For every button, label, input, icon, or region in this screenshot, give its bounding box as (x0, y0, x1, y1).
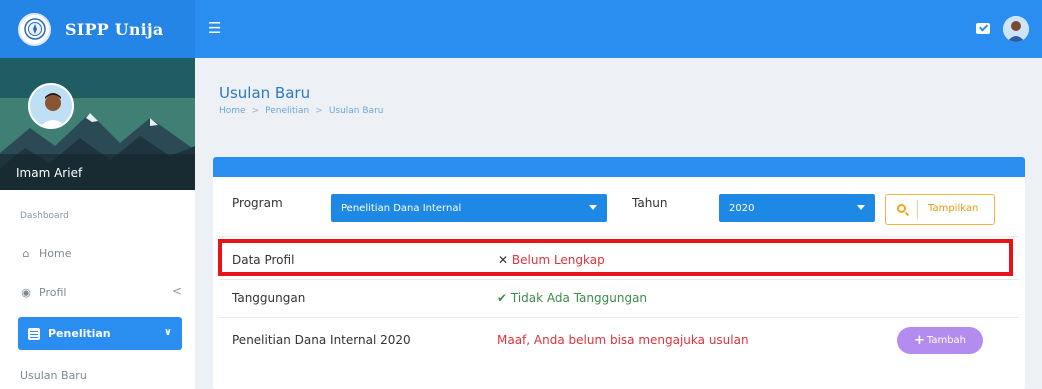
row-divider (219, 279, 1019, 280)
plus-icon: + (913, 333, 925, 348)
profile-banner: Imam Arief (0, 58, 195, 190)
sidebar-subitem-usulan-baru[interactable]: Usulan Baru (20, 369, 87, 382)
sidebar-item-penelitian[interactable]: Penelitian ∨ (18, 317, 182, 350)
sidebar-item-profil[interactable]: ◉ Profil (20, 286, 66, 299)
row-status-penelitian: Maaf, Anda belum bisa mengajuka usulan (497, 333, 749, 347)
tahun-select[interactable]: 2020 (719, 194, 875, 222)
sidebar-item-label: Home (39, 247, 72, 260)
breadcrumb-home[interactable]: Home (219, 106, 246, 116)
top-navbar: SIPP Unija ☰ (0, 0, 1042, 58)
tampilkan-button[interactable]: Tampilkan (885, 194, 995, 225)
breadcrumb-separator: > (251, 106, 260, 116)
tahun-select-value: 2020 (729, 202, 755, 214)
row-label-tanggungan: Tanggungan (232, 291, 306, 305)
sidebar-section-label: Dashboard (20, 211, 69, 221)
program-select[interactable]: Penelitian Dana Internal (331, 194, 607, 222)
user-icon: ◉ (21, 286, 31, 299)
caret-down-icon (589, 205, 597, 210)
row-status-tanggungan: ✔ Tidak Ada Tanggungan (497, 291, 647, 305)
breadcrumb-separator: > (315, 106, 323, 116)
sidebar-item-home[interactable]: ⌂ Home (20, 247, 72, 260)
row-divider (219, 317, 1019, 318)
search-icon (897, 204, 906, 213)
row-divider (219, 236, 1019, 237)
breadcrumb-current: Usulan Baru (328, 106, 384, 116)
highlight-box (218, 239, 1013, 276)
mail-icon[interactable] (976, 23, 990, 34)
tahun-label: Tahun (632, 196, 668, 210)
profile-avatar (28, 83, 74, 129)
profile-name: Imam Arief (16, 166, 83, 180)
tambah-label: Tambah (926, 335, 967, 346)
row-label-penelitian-dana-internal: Penelitian Dana Internal 2020 (232, 333, 411, 347)
brand-name: SIPP Unija (65, 19, 164, 39)
program-label: Program (232, 196, 283, 210)
card-header (213, 157, 1025, 177)
user-avatar[interactable] (1003, 16, 1029, 42)
sidebar-item-label: Profil (39, 286, 67, 299)
sidebar: Imam Arief Dashboard ⌂ Home ◉ Profil < P… (0, 58, 195, 389)
list-icon (28, 327, 40, 340)
status-text: Tidak Ada Tanggungan (510, 291, 648, 305)
page-title: Usulan Baru (219, 84, 311, 102)
caret-down-icon (857, 205, 865, 210)
chevron-down-icon: ∨ (163, 327, 172, 338)
hamburger-icon[interactable]: ☰ (208, 21, 221, 36)
home-icon: ⌂ (22, 247, 30, 260)
university-logo-icon (18, 12, 51, 46)
tambah-button[interactable]: + Tambah (897, 327, 983, 354)
button-divider (917, 200, 918, 219)
tampilkan-label: Tampilkan (928, 203, 979, 214)
brand[interactable]: SIPP Unija (0, 0, 195, 58)
chevron-left-icon: < (172, 284, 183, 298)
breadcrumb: Home > Penelitian > Usulan Baru (219, 106, 383, 116)
check-icon: ✔ (497, 291, 508, 305)
breadcrumb-penelitian[interactable]: Penelitian (265, 106, 309, 116)
program-select-value: Penelitian Dana Internal (341, 202, 462, 214)
sidebar-item-label: Penelitian (48, 327, 111, 340)
